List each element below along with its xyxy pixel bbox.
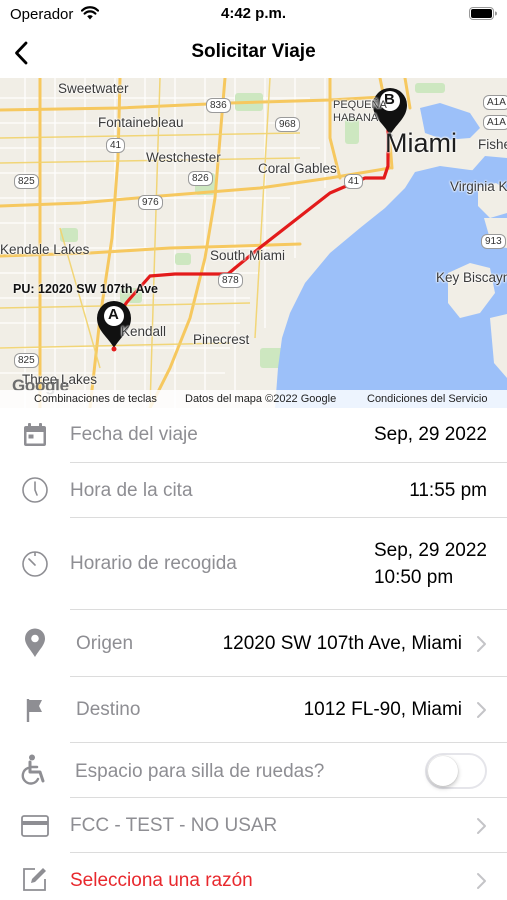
- toggle-knob: [428, 756, 458, 786]
- origin-label: Origen: [76, 633, 134, 654]
- wheelchair-row: Espacio para silla de ruedas?: [0, 743, 507, 798]
- credit-card-icon: [20, 811, 50, 841]
- road-shield: 968: [275, 117, 300, 132]
- marker-a-letter: A: [108, 306, 119, 323]
- map-label: Coral Gables: [258, 161, 337, 176]
- navigation-bar: Solicitar Viaje: [0, 28, 507, 78]
- road-shield: 913: [481, 234, 506, 249]
- reason-row[interactable]: Selecciona una razón: [0, 853, 507, 900]
- chevron-right-icon: [477, 636, 486, 652]
- map-label: Pinecrest: [193, 332, 250, 347]
- road-shield: 825: [14, 353, 39, 368]
- road-shield: 976: [138, 195, 163, 210]
- map-label: PEQUEÑA: [333, 99, 387, 111]
- map-label: Sweetwater: [58, 81, 129, 96]
- map-label: South Miami: [210, 248, 286, 263]
- destination-label: Destino: [76, 699, 141, 720]
- map-data-text: Datos del mapa ©2022 Google: [185, 393, 337, 405]
- chevron-right-icon: [477, 873, 486, 889]
- payment-row[interactable]: FCC - TEST - NO USAR: [0, 798, 507, 853]
- origin-row[interactable]: Origen 12020 SW 107th Ave, Miami: [0, 610, 507, 677]
- map-attribution-bar: Combinaciones de teclas Datos del mapa ©…: [0, 390, 507, 408]
- map-label: Miami: [385, 128, 457, 158]
- origin-value: 12020 SW 107th Ave, Miami: [222, 633, 462, 654]
- pickup-window-date: Sep, 29 2022: [373, 540, 487, 561]
- map-label: Westchester: [146, 150, 221, 165]
- chevron-right-icon: [477, 702, 486, 718]
- road-shield: 41: [344, 174, 364, 189]
- pickup-window-value: Sep, 29 2022 10:50 pm: [374, 537, 487, 591]
- destination-row[interactable]: Destino 1012 FL-90, Miami: [0, 677, 507, 743]
- flag-icon: [20, 695, 50, 725]
- appointment-time-label: Hora de la cita: [70, 480, 193, 501]
- trip-date-label: Fecha del viaje: [70, 424, 198, 445]
- wheelchair-toggle[interactable]: [425, 753, 487, 789]
- edit-icon: [20, 864, 50, 894]
- keyboard-shortcuts-link[interactable]: Combinaciones de teclas: [34, 393, 157, 405]
- status-bar: Operador 4:42 p.m.: [0, 0, 507, 28]
- road-shield: A1A: [483, 115, 507, 130]
- road-shield: A1A: [483, 95, 507, 110]
- map-label: HABANA: [333, 112, 379, 124]
- map-label: Kendale Lakes: [0, 242, 90, 257]
- terms-link[interactable]: Condiciones del Servicio: [367, 393, 487, 405]
- route-map[interactable]: B A Sweetwater Fontainebleau Westchester…: [0, 78, 507, 408]
- reason-label: Selecciona una razón: [70, 870, 253, 891]
- map-label: Kendall: [121, 324, 167, 339]
- wheelchair-label: Espacio para silla de ruedas?: [75, 761, 325, 782]
- timer-icon: [20, 549, 50, 579]
- road-shield: 878: [218, 273, 243, 288]
- chevron-right-icon: [477, 818, 486, 834]
- calendar-icon: [20, 420, 50, 450]
- pickup-window-row[interactable]: Horario de recogida Sep, 29 2022 10:50 p…: [0, 518, 507, 610]
- map-label: Virginia K: [450, 179, 507, 194]
- page-title: Solicitar Viaje: [191, 41, 316, 62]
- appointment-time-row[interactable]: Hora de la cita 11:55 pm: [0, 463, 507, 518]
- map-label: Fisher: [478, 137, 507, 152]
- wheelchair-icon: [20, 754, 50, 785]
- pickup-label: PU: 12020 SW 107th Ave: [13, 282, 158, 296]
- trip-date-value: Sep, 29 2022: [373, 424, 487, 445]
- pickup-window-time: 10:50 pm: [373, 567, 454, 588]
- road-shield: 826: [188, 171, 213, 186]
- appointment-time-value: 11:55 pm: [409, 480, 487, 501]
- map-label: Fontainebleau: [98, 115, 184, 130]
- battery-icon: [469, 7, 497, 20]
- status-time: 4:42 p.m.: [220, 5, 287, 22]
- location-pin-icon: [20, 628, 50, 658]
- destination-value: 1012 FL-90, Miami: [303, 699, 462, 720]
- pickup-window-label: Horario de recogida: [70, 553, 237, 574]
- road-shield: 41: [106, 138, 126, 153]
- map-label: Key Biscayne: [436, 270, 507, 285]
- payment-label: FCC - TEST - NO USAR: [70, 815, 278, 836]
- road-shield: 836: [206, 98, 231, 113]
- clock-icon: [20, 475, 50, 505]
- trip-date-row[interactable]: Fecha del viaje Sep, 29 2022: [0, 408, 507, 463]
- road-shield: 825: [14, 174, 39, 189]
